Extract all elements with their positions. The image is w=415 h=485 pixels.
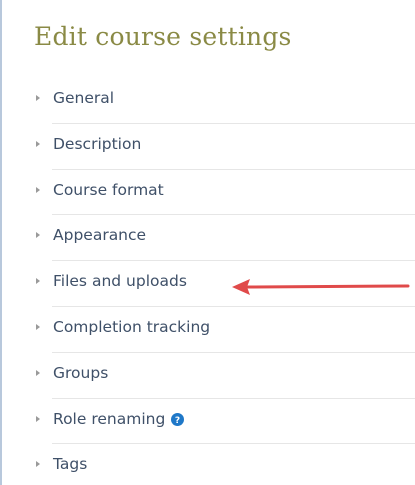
section-label: General [53,89,115,107]
caret-right-icon [36,278,40,285]
section-description[interactable]: Description [34,124,415,170]
section-completion-tracking[interactable]: Completion tracking [34,307,415,353]
svg-text:?: ? [175,416,180,426]
section-general[interactable]: General [34,78,415,124]
section-course-format[interactable]: Course format [34,170,415,216]
section-appearance[interactable]: Appearance [34,215,415,261]
page-title: Edit course settings [34,22,292,51]
caret-right-icon [36,461,40,468]
caret-right-icon [36,369,40,376]
caret-right-icon [36,415,40,422]
section-label: Tags [53,455,88,474]
caret-right-icon [36,323,40,330]
help-icon[interactable]: ? [171,412,185,426]
caret-right-icon [36,140,40,147]
course-settings-panel: Edit course settings General Description… [0,0,415,485]
section-label-wrap: Role renaming? [53,409,185,428]
section-label: Course format [53,180,164,199]
section-label: Role renaming [53,409,166,428]
section-tags[interactable]: Tags [34,444,415,485]
annotation-arrow-icon [232,279,410,295]
caret-right-icon [36,186,40,193]
section-label: Files and uploads [53,272,187,291]
section-label: Appearance [53,226,147,245]
section-label: Groups [53,363,109,382]
section-label: Completion tracking [53,317,211,336]
section-groups[interactable]: Groups [34,353,415,399]
section-label: Description [53,134,142,153]
section-role-renaming[interactable]: Role renaming? [34,399,415,445]
caret-right-icon [36,95,40,101]
caret-right-icon [36,232,40,239]
